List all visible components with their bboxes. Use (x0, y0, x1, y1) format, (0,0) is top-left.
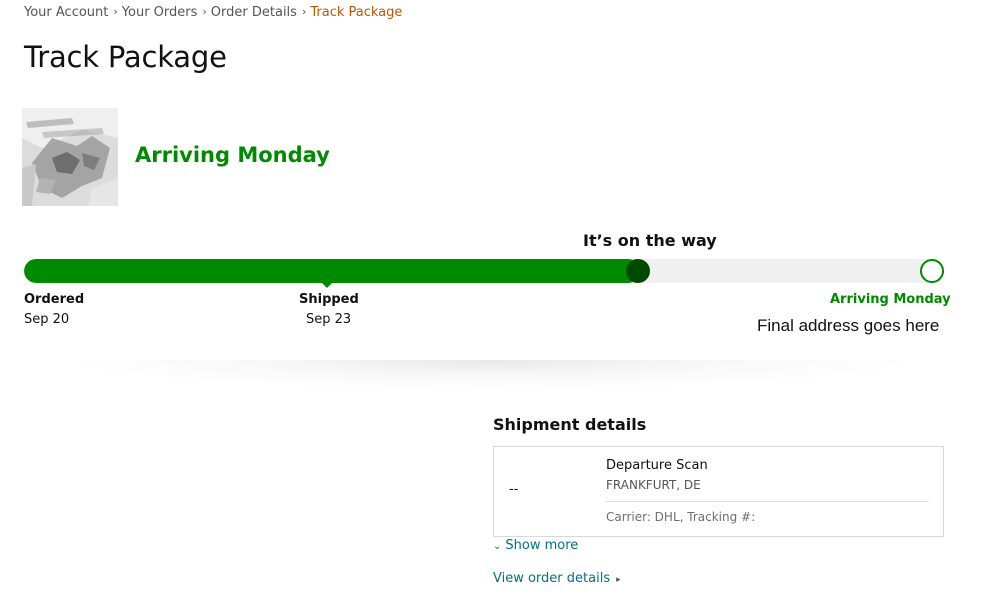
event-location: FRANKFURT, DE (606, 478, 701, 492)
breadcrumb-order-details[interactable]: Order Details (211, 5, 297, 20)
shipped-pointer-icon (321, 282, 333, 288)
step-shipped-label: Shipped (299, 292, 359, 307)
progress-fill (24, 259, 640, 283)
step-ordered-label: Ordered (24, 292, 85, 307)
breadcrumb-current: Track Package (310, 5, 403, 20)
page-title: Track Package (24, 40, 227, 74)
section-divider (60, 360, 920, 390)
arrival-heading: Arriving Monday (135, 143, 330, 167)
step-ordered-date: Sep 20 (24, 312, 70, 327)
current-progress-marker (626, 259, 650, 283)
breadcrumb-your-account[interactable]: Your Account (24, 5, 108, 20)
chevron-right-icon: › (113, 5, 118, 18)
breadcrumb-your-orders[interactable]: Your Orders (122, 5, 198, 20)
event-time: -- (509, 482, 519, 497)
view-order-details-link[interactable]: View order details ▸ (493, 571, 621, 586)
step-shipped-date: Sep 23 (306, 312, 352, 327)
double-chevron-down-icon: ⌄ (493, 541, 502, 552)
step-arriving-label: Arriving Monday (830, 292, 951, 307)
event-title: Departure Scan (606, 458, 708, 473)
show-more-link[interactable]: ⌄ Show more (493, 538, 578, 553)
caret-right-icon: ▸ (616, 575, 621, 585)
carrier-info: Carrier: DHL, Tracking #: (606, 510, 756, 524)
chevron-right-icon: › (202, 5, 207, 18)
progress-bar (24, 259, 944, 283)
shipment-details-title: Shipment details (493, 415, 647, 434)
view-order-details-label: View order details (493, 571, 611, 586)
event-divider (606, 501, 929, 502)
status-title: It’s on the way (583, 231, 717, 250)
product-image[interactable] (22, 108, 118, 206)
destination-dot-icon (920, 259, 944, 283)
chevron-right-icon: › (301, 5, 307, 18)
breadcrumb: Your Account › Your Orders › Order Details › T… (24, 5, 402, 20)
show-more-label: Show more (505, 538, 579, 553)
final-address: Final address goes here (757, 316, 940, 335)
